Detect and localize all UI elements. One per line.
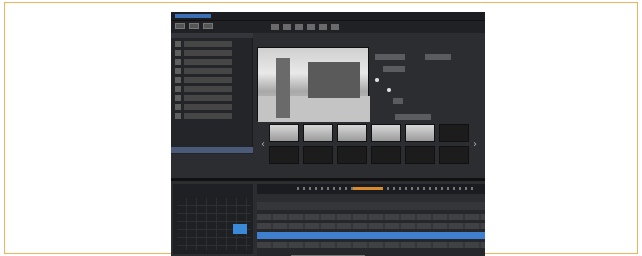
video-pillar (276, 58, 290, 118)
thumbnail[interactable] (269, 124, 299, 142)
thumbnail[interactable] (303, 124, 333, 142)
tree-item[interactable] (175, 95, 248, 101)
thumbnail[interactable] (405, 146, 435, 164)
thumbnail[interactable] (269, 146, 299, 164)
table-row[interactable] (257, 214, 485, 220)
next-arrow-icon[interactable]: › (473, 139, 477, 150)
action-button[interactable] (395, 114, 431, 120)
tree-item[interactable] (175, 113, 248, 119)
table-header (257, 202, 485, 210)
thumbnail[interactable] (337, 146, 367, 164)
calendar-panel (173, 184, 253, 254)
view-button[interactable] (189, 23, 199, 29)
app-logo (175, 14, 211, 18)
video-floor (258, 96, 370, 122)
device-tree (171, 33, 253, 154)
calendar-selected-day[interactable] (233, 224, 247, 234)
settings-icon[interactable] (331, 24, 339, 30)
tree-item[interactable] (175, 41, 248, 47)
tree-item[interactable] (175, 50, 248, 56)
timeline-marker[interactable] (353, 187, 383, 190)
radio-dot[interactable] (375, 78, 379, 82)
table-row[interactable] (257, 242, 485, 248)
zoom-icon[interactable] (295, 24, 303, 30)
live-button[interactable] (203, 23, 213, 29)
menu-button[interactable] (175, 23, 185, 29)
control-field[interactable] (393, 98, 403, 104)
control-field[interactable] (383, 66, 405, 72)
thumbnail[interactable] (439, 124, 469, 142)
control-field[interactable] (375, 54, 405, 60)
thumbnail[interactable] (303, 146, 333, 164)
table-row-selected[interactable] (257, 232, 485, 239)
thumbnail[interactable] (371, 146, 401, 164)
tree-item-selected[interactable] (171, 147, 253, 153)
play-icon[interactable] (271, 24, 279, 30)
radio-dot[interactable] (387, 88, 391, 92)
tree-header (171, 33, 253, 38)
video-shop (308, 62, 360, 98)
control-panel (375, 48, 479, 120)
snapshot-icon[interactable] (307, 24, 315, 30)
video-preview[interactable] (257, 47, 370, 122)
timeline-bar[interactable] (257, 184, 485, 194)
tree-item[interactable] (175, 86, 248, 92)
thumbnail[interactable] (371, 124, 401, 142)
layout-icon[interactable] (319, 24, 327, 30)
tree-item[interactable] (175, 77, 248, 83)
event-table (257, 202, 485, 256)
app-window: ‹ › (171, 12, 485, 256)
thumbnail[interactable] (337, 124, 367, 142)
thumbnail-strip (269, 124, 471, 164)
timeline-ticks (297, 187, 477, 190)
prev-arrow-icon[interactable]: ‹ (261, 139, 265, 150)
panel-splitter[interactable] (171, 178, 485, 181)
tree-item[interactable] (175, 104, 248, 110)
tree-item[interactable] (175, 68, 248, 74)
tree-item[interactable] (175, 59, 248, 65)
toolbar-icons (271, 24, 451, 30)
table-row[interactable] (257, 223, 485, 229)
toolbar (171, 21, 485, 33)
control-field[interactable] (425, 54, 451, 60)
pause-icon[interactable] (283, 24, 291, 30)
thumbnail[interactable] (405, 124, 435, 142)
title-bar (171, 12, 485, 21)
thumbnail[interactable] (439, 146, 469, 164)
